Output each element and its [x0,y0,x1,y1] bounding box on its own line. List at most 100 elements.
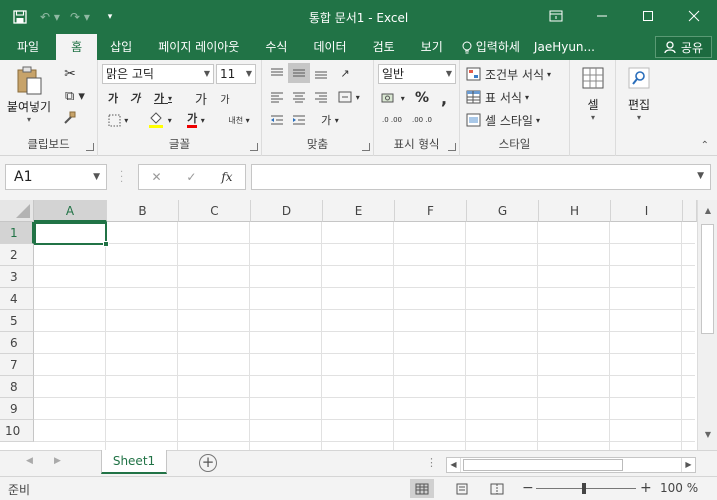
name-box[interactable]: A1 ▼ [5,164,107,190]
phonetic-guide-button[interactable]: 내천 ▾ [222,110,256,130]
accounting-format-button[interactable]: ▾ [378,88,408,108]
expand-formula-bar-icon[interactable]: ▼ [697,171,704,181]
conditional-formatting-button[interactable]: 조건부 서식 ▾ [466,64,566,84]
prev-sheet-icon[interactable]: ◀ [26,456,33,466]
align-right-button[interactable] [310,87,332,107]
align-left-button[interactable] [266,87,288,107]
copy-button[interactable]: ⧉ ▾ [58,86,92,106]
align-center-button[interactable] [288,87,310,107]
merge-center-button[interactable]: ▾ [334,87,364,107]
vertical-scroll-thumb[interactable] [701,224,714,334]
vertical-scrollbar[interactable]: ▲ ▼ [697,200,717,450]
wrap-text-icon-button[interactable]: 가 ▾ [316,110,344,130]
close-button[interactable] [671,0,717,32]
sheet-tab-sheet1[interactable]: Sheet1 [101,450,167,474]
underline-button[interactable]: 가 ▾ [146,88,180,108]
format-painter-button[interactable] [58,108,82,128]
column-header-f[interactable]: F [395,200,467,222]
increase-indent-button[interactable] [288,110,310,130]
tab-split-handle[interactable]: ⋮ [426,456,437,469]
user-account[interactable]: JaeHyun... [526,34,603,60]
tab-home[interactable]: 홈 [56,34,98,60]
scroll-right-icon[interactable]: ▶ [681,458,695,472]
column-header-b[interactable]: B [107,200,179,222]
column-header-g[interactable]: G [467,200,539,222]
maximize-button[interactable] [625,0,671,32]
fill-color-button[interactable]: ▾ [144,110,176,130]
cell-styles-button[interactable]: 셀 스타일 ▾ [466,110,566,130]
row-header-7[interactable]: 7 [0,354,34,376]
paste-button[interactable]: 붙여넣기 ▾ [4,64,54,126]
zoom-slider-knob[interactable] [582,483,586,494]
italic-button[interactable]: 가 [124,88,146,108]
font-size-select[interactable]: 11 ▼ [216,64,256,84]
horizontal-scroll-thumb[interactable] [463,459,623,471]
scroll-up-icon[interactable]: ▲ [701,206,715,222]
row-header-5[interactable]: 5 [0,310,34,332]
tab-data[interactable]: 데이터 [300,34,359,60]
bottom-align-button[interactable] [310,63,332,83]
zoom-level[interactable]: 100 % [660,481,698,495]
collapse-ribbon-button[interactable]: ⌃ [701,140,709,151]
tab-insert[interactable]: 삽입 [97,34,145,60]
cell-area[interactable] [34,222,695,450]
row-header-6[interactable]: 6 [0,332,34,354]
horizontal-scrollbar[interactable]: ◀ ▶ [446,457,696,473]
tab-view[interactable]: 보기 [408,34,456,60]
increase-decimal-button[interactable]: .0 .00 [378,110,406,130]
zoom-in-button[interactable]: + [640,480,652,496]
column-header-h[interactable]: H [539,200,611,222]
fill-handle[interactable] [103,241,109,247]
formula-input[interactable]: ▼ [251,164,711,190]
decrease-decimal-button[interactable]: .00 .0 [408,110,436,130]
column-header-a[interactable]: A [34,200,107,222]
select-all-button[interactable] [0,200,34,222]
percent-button[interactable]: % [412,88,432,108]
row-header-9[interactable]: 9 [0,398,34,420]
page-break-view-button[interactable] [485,479,509,498]
tab-file[interactable]: 파일 [0,34,56,60]
tab-page-layout[interactable]: 페이지 레이아웃 [145,34,252,60]
active-cell-a1[interactable] [34,222,109,247]
minimize-button[interactable] [579,0,625,32]
decrease-indent-button[interactable] [266,110,288,130]
tab-formulas[interactable]: 수식 [252,34,300,60]
row-header-4[interactable]: 4 [0,288,34,310]
insert-function-icon[interactable]: fx [221,170,232,184]
zoom-out-button[interactable]: − [522,480,534,496]
row-header-3[interactable]: 3 [0,266,34,288]
row-header-2[interactable]: 2 [0,244,34,266]
top-align-button[interactable] [266,63,288,83]
column-header-e[interactable]: E [323,200,395,222]
ribbon-display-options-button[interactable] [533,0,579,32]
row-header-10[interactable]: 10 [0,420,34,442]
column-header-i[interactable]: I [611,200,683,222]
bold-button[interactable]: 가 [102,88,124,108]
tab-review[interactable]: 검토 [360,34,408,60]
cancel-entry-icon[interactable]: ✕ [151,170,161,184]
cells-button[interactable]: 셀 ▾ [576,66,610,132]
font-color-button[interactable]: 가 ▾ [180,110,212,130]
next-sheet-icon[interactable]: ▶ [54,456,61,466]
column-header-d[interactable]: D [251,200,323,222]
clipboard-dialog-launcher[interactable] [86,143,94,151]
scroll-down-icon[interactable]: ▼ [701,430,715,446]
middle-align-button[interactable] [288,63,310,83]
row-header-8[interactable]: 8 [0,376,34,398]
column-header-c[interactable]: C [179,200,251,222]
number-format-select[interactable]: 일반 ▼ [378,64,456,84]
formula-bar-grip[interactable]: · · · [120,168,123,188]
share-button[interactable]: 공유 [654,36,712,58]
alignment-dialog-launcher[interactable] [362,143,370,151]
cut-button[interactable]: ✂ [58,64,82,84]
comma-button[interactable]: , [434,88,454,108]
orientation-button[interactable]: ↗ [334,63,356,83]
number-dialog-launcher[interactable] [448,143,456,151]
editing-button[interactable]: 편집 ▾ [620,66,658,132]
page-layout-view-button[interactable] [450,479,474,498]
add-sheet-button[interactable]: + [199,454,217,472]
tell-me-box[interactable]: 입력하세 [456,34,526,60]
confirm-entry-icon[interactable]: ✓ [186,170,196,184]
normal-view-button[interactable] [410,479,434,498]
scroll-left-icon[interactable]: ◀ [447,458,461,472]
